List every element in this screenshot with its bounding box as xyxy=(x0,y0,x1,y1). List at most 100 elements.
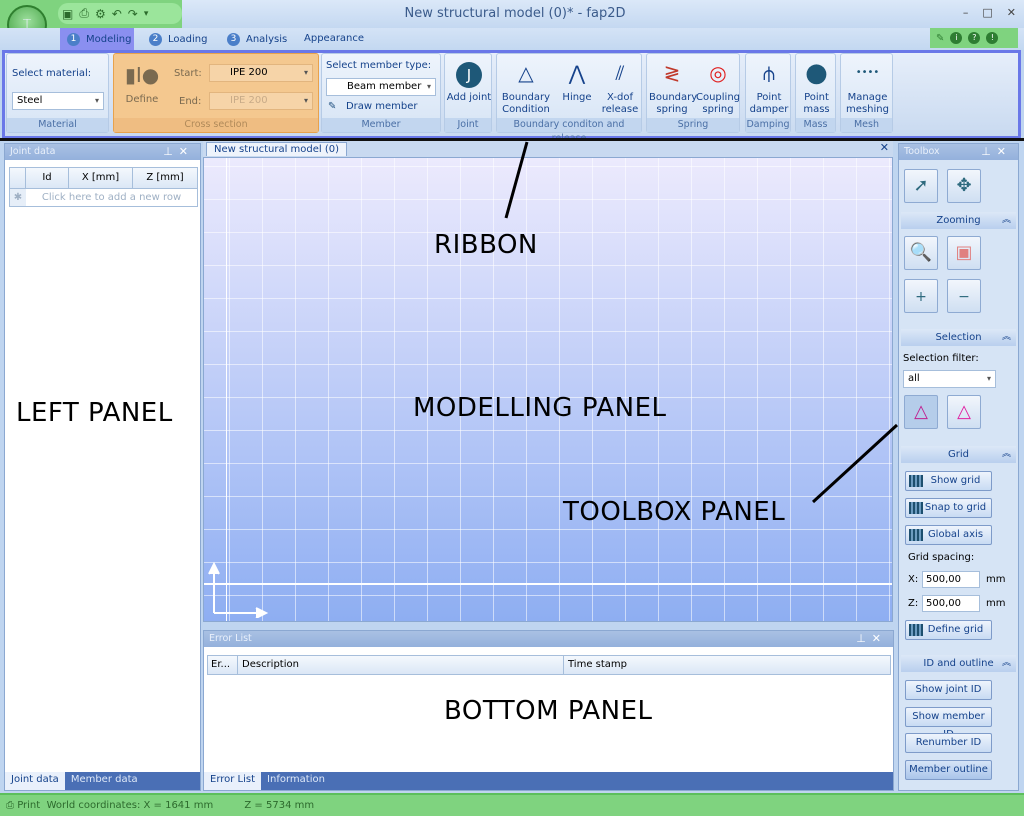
global-axis-button[interactable]: Global axis xyxy=(905,525,992,545)
start-section-select[interactable]: IPE 200 xyxy=(209,64,313,82)
zoom-model-button[interactable]: 🔍 xyxy=(904,236,938,270)
tab-member-data[interactable]: Member data xyxy=(65,772,144,790)
close-icon[interactable]: ✕ xyxy=(872,632,887,645)
add-joint-button[interactable]: J Add joint xyxy=(445,60,493,104)
pencil-icon: ✎ xyxy=(328,101,337,112)
grid-x-input[interactable]: 500,00 xyxy=(922,571,980,588)
tab-label: Appearance xyxy=(304,33,365,44)
show-grid-button[interactable]: Show grid xyxy=(905,471,992,491)
close-icon[interactable]: ✕ xyxy=(179,145,194,158)
button-label: Hinge xyxy=(562,92,592,103)
select-inside-button[interactable]: △ xyxy=(904,395,938,429)
zoom-window-button[interactable]: ▣ xyxy=(947,236,981,270)
section-zooming[interactable]: Zooming ︽ xyxy=(901,212,1016,229)
member-type-select[interactable]: Beam member xyxy=(326,78,436,96)
modelling-canvas[interactable] xyxy=(203,157,893,622)
manage-meshing-button[interactable]: •••• Manage meshing xyxy=(841,60,894,116)
tab-joint-data[interactable]: Joint data xyxy=(5,772,65,790)
section-id-outline[interactable]: ID and outline ︽ xyxy=(901,655,1016,672)
customize-icon[interactable]: ▾ xyxy=(144,9,149,19)
group-label: Cross section xyxy=(114,118,318,132)
zoom-out-button[interactable]: − xyxy=(947,279,981,313)
tab-analysis[interactable]: 3 Analysis xyxy=(227,33,287,46)
column-header[interactable]: Id xyxy=(26,168,69,188)
snap-to-grid-button[interactable]: Snap to grid xyxy=(905,498,992,518)
pin-icon[interactable]: ⊥ xyxy=(981,145,997,158)
draw-member-button[interactable]: ✎ Draw member xyxy=(328,101,417,112)
end-section-select[interactable]: IPE 200 xyxy=(209,92,313,110)
minimize-button[interactable]: – xyxy=(963,6,969,19)
help-icons: ✎ i?! xyxy=(930,28,1018,48)
selection-filter-select[interactable]: all xyxy=(903,370,996,388)
joint-icon: J xyxy=(445,60,493,88)
redo-icon[interactable]: ↷ xyxy=(128,7,138,21)
show-member-id-button[interactable]: Show member ID xyxy=(905,707,992,740)
section-grid[interactable]: Grid ︽ xyxy=(901,446,1016,463)
maximize-button[interactable]: □ xyxy=(982,6,992,19)
about-icon[interactable]: ! xyxy=(986,32,999,44)
point-mass-button[interactable]: ● Point mass xyxy=(796,60,837,116)
group-mass: ● Point mass Mass xyxy=(795,53,836,133)
help-icon[interactable]: ? xyxy=(968,32,981,44)
annotation-left-panel: LEFT PANEL xyxy=(16,398,173,428)
define-button[interactable]: ▮I● Define xyxy=(122,62,162,106)
boundary-condition-button[interactable]: △ Boundary Condition xyxy=(499,60,553,116)
column-header[interactable]: Er... xyxy=(208,656,238,674)
section-title: Zooming xyxy=(936,215,981,226)
renumber-id-button[interactable]: Renumber ID xyxy=(905,733,992,753)
tab-modeling[interactable]: 1 Modeling xyxy=(67,33,132,46)
axis-arrows-icon xyxy=(208,561,269,618)
zoom-in-button[interactable]: + xyxy=(904,279,938,313)
print-icon[interactable]: ⎙ xyxy=(79,6,89,21)
move-icon: ✥ xyxy=(956,175,972,196)
settings-icon[interactable]: ⚙ xyxy=(95,7,106,21)
axis-icon xyxy=(909,529,923,541)
selection-filter-label: Selection filter: xyxy=(903,353,979,364)
group-joint: J Add joint Joint xyxy=(444,53,492,133)
arrow-icon: ➚ xyxy=(913,175,929,196)
boundary-spring-button[interactable]: ≷ Boundary spring xyxy=(649,60,697,116)
show-joint-id-button[interactable]: Show joint ID xyxy=(905,680,992,700)
save-icon[interactable]: ▣ xyxy=(62,7,73,21)
tab-information[interactable]: Information xyxy=(261,772,331,790)
member-outline-button[interactable]: Member outline xyxy=(905,760,992,780)
define-grid-button[interactable]: Define grid xyxy=(905,620,992,640)
select-crossing-button[interactable]: △ xyxy=(947,395,981,429)
tab-appearance[interactable]: Appearance xyxy=(304,33,364,44)
info-icon[interactable]: i xyxy=(950,32,963,44)
point-damper-button[interactable]: ⫛ Point damper xyxy=(746,60,792,116)
print-icon[interactable]: ⎙ xyxy=(6,800,14,811)
tab-error-list[interactable]: Error List xyxy=(204,772,262,790)
x-dof-release-button[interactable]: ⫽ X-dof release xyxy=(599,60,641,116)
pin-icon[interactable]: ✎ xyxy=(936,33,944,44)
print-button[interactable]: Print xyxy=(17,800,40,811)
grid-x-label: X: xyxy=(908,574,919,585)
close-button[interactable]: ✕ xyxy=(1007,6,1016,19)
coupling-spring-button[interactable]: ◎ Coupling spring xyxy=(695,60,741,116)
column-header[interactable]: X [mm] xyxy=(69,168,133,188)
collapse-icon: ︽ xyxy=(1001,332,1011,342)
add-row-placeholder[interactable]: Click here to add a new row xyxy=(26,189,197,206)
close-document-icon[interactable]: ✕ xyxy=(880,141,889,154)
group-member: Select member type: Beam member ✎ Draw m… xyxy=(321,53,441,133)
grid-z-input[interactable]: 500,00 xyxy=(922,595,980,612)
triangle-select-icon: △ xyxy=(914,401,928,422)
close-icon[interactable]: ✕ xyxy=(997,145,1012,158)
pan-button[interactable]: ✥ xyxy=(947,169,981,203)
column-header[interactable]: Description xyxy=(238,656,564,674)
left-panel: Joint data ⊥✕ Id X [mm] Z [mm] ✱ Click he… xyxy=(4,143,201,791)
select-pointer-button[interactable]: ➚ xyxy=(904,169,938,203)
column-header[interactable]: Z [mm] xyxy=(133,168,197,188)
tab-loading[interactable]: 2 Loading xyxy=(149,33,207,46)
undo-icon[interactable]: ↶ xyxy=(112,7,122,21)
pin-icon[interactable]: ⊥ xyxy=(163,145,179,158)
column-header[interactable]: Time stamp xyxy=(564,656,890,674)
pin-icon[interactable]: ⊥ xyxy=(856,632,872,645)
material-select[interactable]: Steel xyxy=(12,92,104,110)
zoom-in-icon: + xyxy=(915,289,927,305)
zoom-m-icon: 🔍 xyxy=(909,242,933,263)
group-label: Mesh xyxy=(841,118,892,132)
section-selection[interactable]: Selection ︽ xyxy=(901,329,1016,346)
hinge-button[interactable]: ⋀ Hinge xyxy=(557,60,597,104)
document-tab[interactable]: New structural model (0) xyxy=(206,142,348,156)
